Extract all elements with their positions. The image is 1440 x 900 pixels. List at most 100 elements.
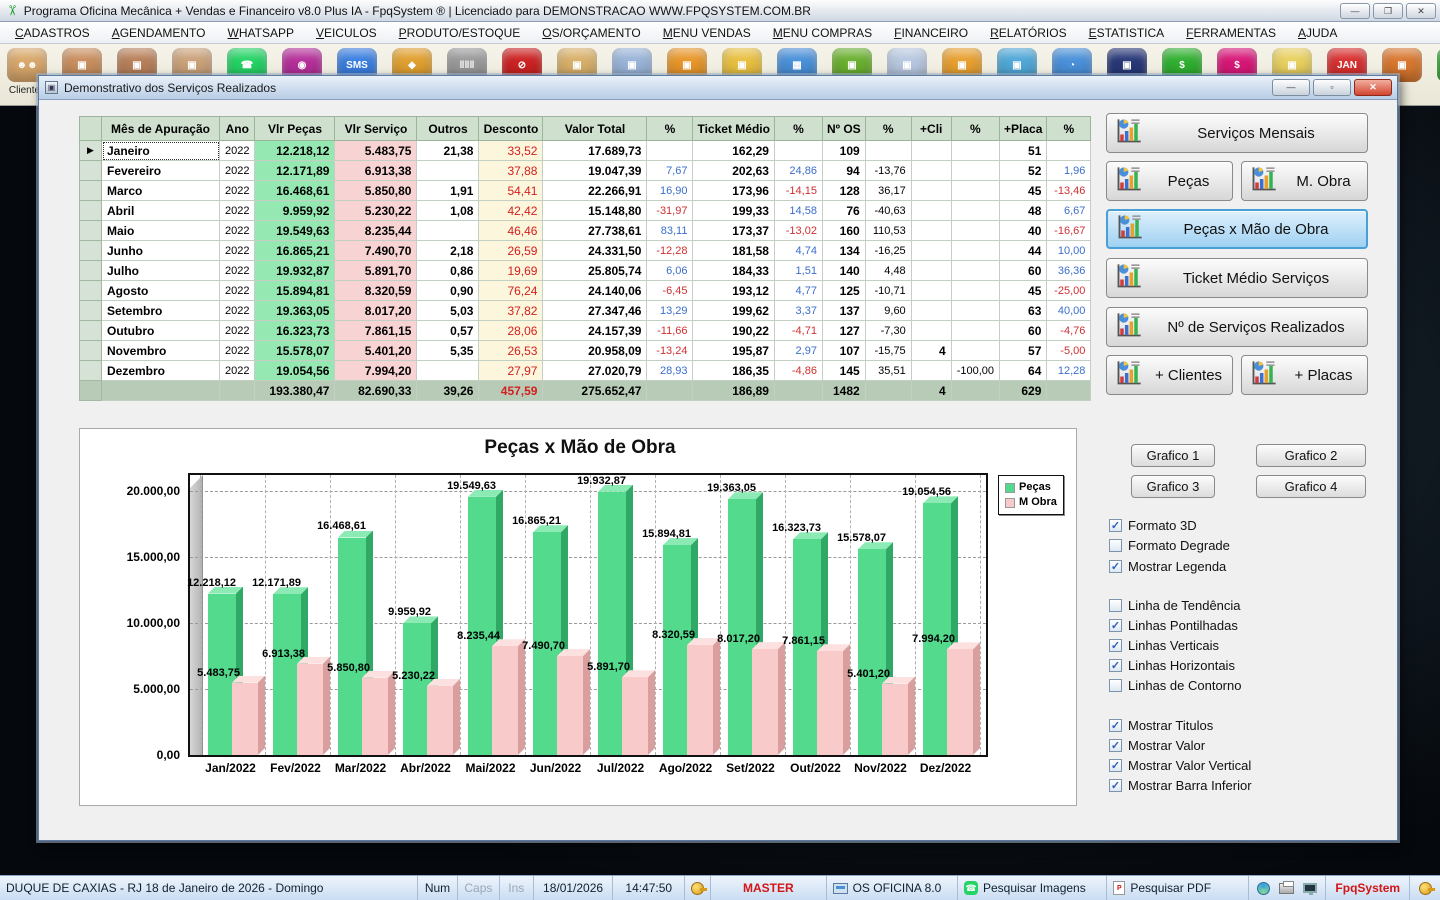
grafico-button-3[interactable]: Grafico 3 <box>1131 475 1215 498</box>
column-header[interactable]: Ticket Médio <box>693 117 774 141</box>
dialog-maximize-button[interactable]: ▫ <box>1313 79 1351 96</box>
row-selector[interactable] <box>80 361 102 381</box>
column-header[interactable]: Valor Total <box>543 117 647 141</box>
checkbox-icon[interactable]: ✓ <box>1109 619 1122 632</box>
menu-item-produto-estoque[interactable]: PRODUTO/ESTOQUE <box>388 22 532 44</box>
chart-button--clientes[interactable]: + Clientes <box>1106 355 1233 395</box>
chart-button-m-obra[interactable]: M. Obra <box>1241 161 1368 201</box>
checkbox-icon[interactable]: ✓ <box>1109 779 1122 792</box>
search-images-button[interactable]: ☎Pesquisar Imagens <box>958 876 1107 900</box>
grafico-button-4[interactable]: Grafico 4 <box>1256 475 1366 498</box>
option-mostrar-valor[interactable]: ✓Mostrar Valor <box>1109 738 1205 753</box>
chart-button--placas[interactable]: + Placas <box>1241 355 1368 395</box>
option-linhas-de-contorno[interactable]: Linhas de Contorno <box>1109 678 1241 693</box>
option-mostrar-titulos[interactable]: ✓Mostrar Titulos <box>1109 718 1213 733</box>
toolbar-button-exit[interactable]: EXIT <box>1436 48 1440 105</box>
row-selector[interactable] <box>80 381 102 401</box>
menu-item-financeiro[interactable]: FINANCEIRO <box>883 22 979 44</box>
checkbox-icon[interactable]: ✓ <box>1109 759 1122 772</box>
option-linhas-verticais[interactable]: ✓Linhas Verticais <box>1109 638 1219 653</box>
row-selector[interactable] <box>80 241 102 261</box>
menu-item-cadastros[interactable]: CADASTROS <box>4 22 101 44</box>
row-selector[interactable]: ▶ <box>80 141 102 161</box>
menu-item-ferramentas[interactable]: FERRAMENTAS <box>1175 22 1287 44</box>
option-linhas-horizontais[interactable]: ✓Linhas Horizontais <box>1109 658 1235 673</box>
menu-item-whatsapp[interactable]: WHATSAPP <box>217 22 305 44</box>
column-header[interactable]: % <box>647 117 693 141</box>
menu-item-menu-vendas[interactable]: MENU VENDAS <box>652 22 762 44</box>
chart-button-n-de-servi-os-realizados[interactable]: Nº de Serviços Realizados <box>1106 307 1368 347</box>
column-header[interactable]: % <box>1047 117 1091 141</box>
option-formato-degrade[interactable]: Formato Degrade <box>1109 538 1230 553</box>
menu-item-os-or-amento[interactable]: OS/ORÇAMENTO <box>531 22 651 44</box>
menu-item-menu-compras[interactable]: MENU COMPRAS <box>762 22 883 44</box>
menu-item-veiculos[interactable]: VEICULOS <box>305 22 388 44</box>
column-header[interactable]: Mês de Apuração <box>102 117 220 141</box>
checkbox-icon[interactable]: ✓ <box>1109 639 1122 652</box>
printer-icon[interactable] <box>1279 883 1294 894</box>
row-selector[interactable] <box>80 321 102 341</box>
checkbox-icon[interactable] <box>1109 539 1122 552</box>
grafico-button-2[interactable]: Grafico 2 <box>1256 444 1366 467</box>
monitor-icon[interactable] <box>1303 883 1317 893</box>
checkbox-icon[interactable]: ✓ <box>1109 719 1122 732</box>
row-selector[interactable] <box>80 161 102 181</box>
search-pdf-button[interactable]: PPesquisar PDF <box>1107 876 1248 900</box>
table-row[interactable]: Junho202216.865,217.490,702,1826,5924.33… <box>80 241 1091 261</box>
option-formato-3d[interactable]: ✓Formato 3D <box>1109 518 1197 533</box>
checkbox-icon[interactable]: ✓ <box>1109 739 1122 752</box>
main-restore-button[interactable]: ❐ <box>1373 3 1403 19</box>
column-header[interactable]: % <box>865 117 911 141</box>
option-mostrar-valor-vertical[interactable]: ✓Mostrar Valor Vertical <box>1109 758 1251 773</box>
row-selector[interactable] <box>80 181 102 201</box>
column-header[interactable]: Vlr Serviço <box>335 117 417 141</box>
column-header[interactable]: % <box>951 117 999 141</box>
dialog-minimize-button[interactable]: — <box>1272 79 1310 96</box>
totals-row[interactable]: 193.380,4782.690,3339,26457,59275.652,47… <box>80 381 1091 401</box>
dialog-titlebar[interactable]: ▣ Demonstrativo dos Serviços Realizados … <box>39 76 1397 100</box>
column-header[interactable]: +Placa <box>1000 117 1047 141</box>
column-header[interactable]: Vlr Peças <box>255 117 335 141</box>
checkbox-icon[interactable]: ✓ <box>1109 659 1122 672</box>
row-selector[interactable] <box>80 261 102 281</box>
globe-icon[interactable] <box>1257 882 1270 895</box>
row-selector[interactable] <box>80 201 102 221</box>
chart-button-ticket-m-dio-servi-os[interactable]: Ticket Médio Serviços <box>1106 258 1368 298</box>
checkbox-icon[interactable] <box>1109 679 1122 692</box>
option-linha-de-tend-ncia[interactable]: Linha de Tendência <box>1109 598 1241 613</box>
checkbox-icon[interactable] <box>1109 599 1122 612</box>
column-header[interactable]: % <box>774 117 822 141</box>
row-selector[interactable] <box>80 341 102 361</box>
main-minimize-button[interactable]: — <box>1340 3 1370 19</box>
option-mostrar-legenda[interactable]: ✓Mostrar Legenda <box>1109 559 1226 574</box>
grafico-button-1[interactable]: Grafico 1 <box>1131 444 1215 467</box>
menu-item-estatistica[interactable]: ESTATISTICA <box>1078 22 1176 44</box>
menu-item-agendamento[interactable]: AGENDAMENTO <box>101 22 217 44</box>
row-selector[interactable] <box>80 301 102 321</box>
column-header[interactable]: Nº OS <box>822 117 865 141</box>
table-row[interactable]: Outubro202216.323,737.861,150,5728,0624.… <box>80 321 1091 341</box>
row-selector[interactable] <box>80 281 102 301</box>
table-row[interactable]: Agosto202215.894,818.320,590,9076,2424.1… <box>80 281 1091 301</box>
option-mostrar-barra-inferior[interactable]: ✓Mostrar Barra Inferior <box>1109 778 1252 793</box>
chart-button-pe-as-x-m-o-de-obra[interactable]: Peças x Mão de Obra <box>1106 209 1368 249</box>
chart-button-servi-os-mensais[interactable]: Serviços Mensais <box>1106 113 1368 153</box>
column-header[interactable]: Ano <box>220 117 255 141</box>
chart-button-pe-as[interactable]: Peças <box>1106 161 1233 201</box>
column-header[interactable]: Desconto <box>479 117 543 141</box>
table-row[interactable]: Abril20229.959,925.230,221,0842,4215.148… <box>80 201 1091 221</box>
dialog-close-button[interactable]: ✕ <box>1354 79 1392 96</box>
column-header[interactable]: +Cli <box>911 117 951 141</box>
main-close-button[interactable]: ✕ <box>1406 3 1436 19</box>
table-row[interactable]: Fevereiro202212.171,896.913,3837,8819.04… <box>80 161 1091 181</box>
row-selector[interactable] <box>80 221 102 241</box>
menu-item-ajuda[interactable]: AJUDA <box>1287 22 1348 44</box>
table-row[interactable]: ▶Janeiro202212.218,125.483,7521,3833,521… <box>80 141 1091 161</box>
table-row[interactable]: Setembro202219.363,058.017,205,0337,8227… <box>80 301 1091 321</box>
menu-item-relat-rios[interactable]: RELATÓRIOS <box>979 22 1077 44</box>
option-linhas-pontilhadas[interactable]: ✓Linhas Pontilhadas <box>1109 618 1238 633</box>
table-row[interactable]: Julho202219.932,875.891,700,8619,6925.80… <box>80 261 1091 281</box>
table-row[interactable]: Marco202216.468,615.850,801,9154,4122.26… <box>80 181 1091 201</box>
checkbox-icon[interactable]: ✓ <box>1109 560 1122 573</box>
column-header[interactable]: Outros <box>417 117 479 141</box>
